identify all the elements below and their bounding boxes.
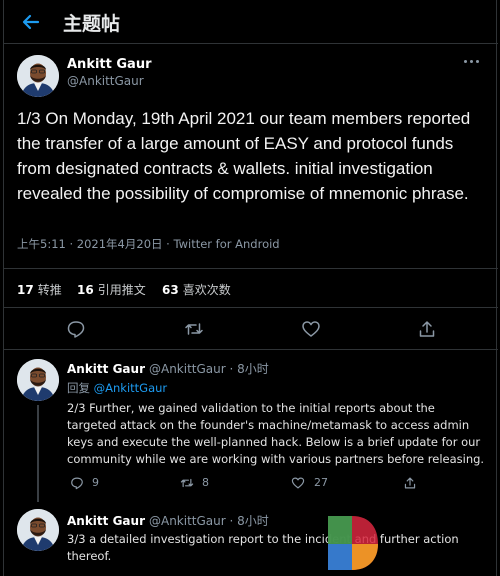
reply-text: 2/3 Further, we gained validation to the…	[67, 401, 485, 466]
retweet-icon[interactable]	[184, 319, 204, 339]
back-arrow-icon[interactable]	[16, 8, 46, 36]
quote-count: 16	[77, 283, 94, 297]
separator-dot: ·	[229, 362, 234, 376]
author-name[interactable]: Ankitt Gaur	[67, 57, 151, 72]
avatar[interactable]	[17, 359, 59, 401]
reply-icon[interactable]	[70, 475, 84, 490]
retweet-count: 8	[202, 476, 209, 489]
quote-label: 引用推文	[97, 283, 146, 297]
separator-dot: ·	[229, 514, 234, 528]
thread-view: 主题帖 Ankitt Gaur @AnkittGaur 1/3 On Monda…	[3, 0, 498, 576]
top-bar: 主题帖	[4, 0, 498, 44]
author-handle[interactable]: @AnkittGaur	[149, 362, 226, 376]
avatar[interactable]	[17, 509, 59, 551]
tweet-timestamp[interactable]: 上午5:11 · 2021年4月20日 · Twitter for Androi…	[17, 236, 280, 252]
retweet-stat[interactable]: 17 转推	[17, 281, 62, 298]
author-name[interactable]: Ankitt Gaur	[67, 362, 145, 376]
share-icon[interactable]	[403, 475, 417, 489]
replying-label: 回复	[67, 381, 90, 395]
reply-tweet[interactable]: Ankitt Gaur @AnkittGaur · 8小时 回复 @AnkittG…	[4, 350, 498, 502]
avatar[interactable]	[17, 55, 59, 97]
reply-header: Ankitt Gaur @AnkittGaur · 8小时	[67, 360, 269, 377]
watermark-logo	[318, 510, 500, 576]
main-tweet: Ankitt Gaur @AnkittGaur 1/3 On Monday, 1…	[4, 44, 498, 350]
thread-connector	[37, 405, 39, 502]
reply-time[interactable]: 8小时	[237, 514, 269, 528]
author-name[interactable]: Ankitt Gaur	[67, 514, 145, 528]
like-count: 27	[314, 476, 328, 489]
quote-stat[interactable]: 16 引用推文	[77, 281, 146, 298]
like-count: 63	[162, 283, 179, 297]
replying-to: 回复 @AnkittGaur	[67, 380, 167, 396]
tweet-stats: 17 转推 16 引用推文 63 喜欢次数	[4, 268, 498, 308]
retweet-count: 17	[17, 283, 34, 297]
reply-count: 9	[92, 476, 99, 489]
tweet-text: 1/3 On Monday, 19th April 2021 our team …	[17, 109, 471, 203]
like-stat[interactable]: 63 喜欢次数	[162, 281, 231, 298]
tweet-actions	[4, 308, 498, 350]
more-options-icon[interactable]	[462, 58, 480, 66]
retweet-label: 转推	[37, 283, 62, 297]
share-icon[interactable]	[417, 319, 437, 339]
author-handle[interactable]: @AnkittGaur	[67, 74, 144, 88]
replying-to-link[interactable]: @AnkittGaur	[94, 381, 168, 395]
page-title: 主题帖	[63, 13, 121, 35]
reply-header: Ankitt Gaur @AnkittGaur · 8小时	[67, 512, 269, 529]
retweet-icon[interactable]	[180, 475, 194, 489]
like-icon[interactable]	[291, 475, 305, 489]
like-icon[interactable]	[301, 319, 321, 339]
author-handle[interactable]: @AnkittGaur	[149, 514, 226, 528]
like-label: 喜欢次数	[182, 283, 231, 297]
reply-icon[interactable]	[66, 319, 86, 339]
reply-time[interactable]: 8小时	[237, 362, 269, 376]
